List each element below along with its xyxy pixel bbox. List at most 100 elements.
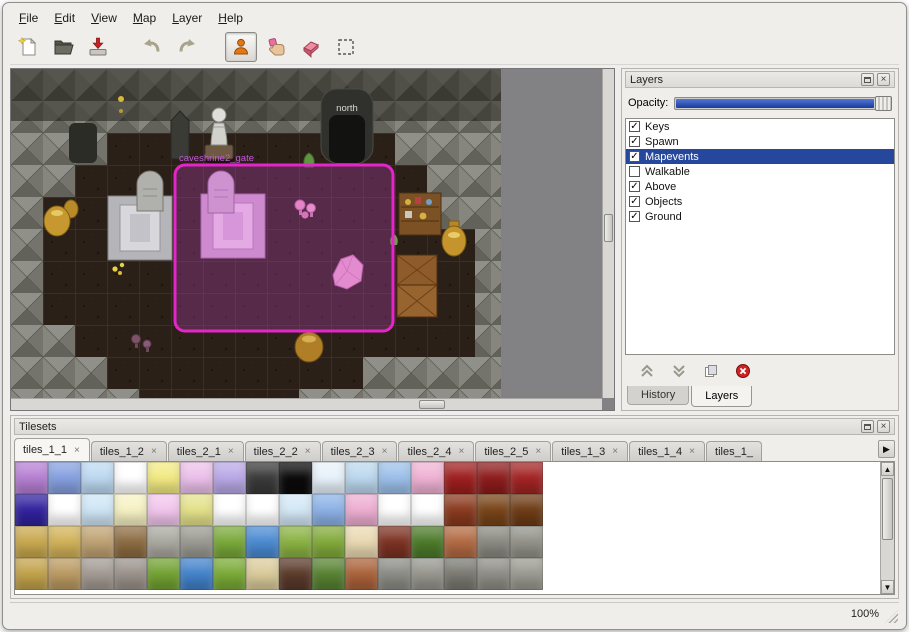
layer-row-ground[interactable]: ✓Ground: [626, 209, 894, 224]
open-map-button[interactable]: [47, 32, 79, 62]
opacity-slider[interactable]: [674, 97, 892, 110]
palette-scroll-thumb[interactable]: [882, 478, 893, 540]
tile-2-14[interactable]: [444, 494, 477, 526]
opacity-slider-handle[interactable]: [875, 96, 892, 111]
layer-visibility-checkbox[interactable]: ✓: [629, 181, 640, 192]
tile-4-6[interactable]: [180, 558, 213, 590]
tile-4-4[interactable]: [114, 558, 147, 590]
select-tool-button[interactable]: [330, 32, 362, 62]
tileset-tab-tiles_1_3[interactable]: tiles_1_3×: [552, 441, 628, 461]
tile-4-1[interactable]: [15, 558, 48, 590]
resize-grip[interactable]: [885, 610, 898, 623]
tile-2-1[interactable]: [15, 494, 48, 526]
tileset-tab-tiles_2_3[interactable]: tiles_2_3×: [322, 441, 398, 461]
tab-close-icon[interactable]: ×: [227, 446, 235, 457]
tab-close-icon[interactable]: ×: [73, 445, 81, 456]
tile-3-6[interactable]: [180, 526, 213, 558]
save-map-button[interactable]: [82, 32, 114, 62]
tile-3-14[interactable]: [444, 526, 477, 558]
north-gate[interactable]: north: [321, 89, 373, 163]
map-vertical-scrollbar[interactable]: [602, 69, 614, 398]
tile-1-14[interactable]: [444, 462, 477, 494]
raise-layer-button[interactable]: [637, 361, 657, 381]
tile-3-13[interactable]: [411, 526, 444, 558]
layer-row-objects[interactable]: ✓Objects: [626, 194, 894, 209]
layer-visibility-checkbox[interactable]: ✓: [629, 121, 640, 132]
tile-3-9[interactable]: [279, 526, 312, 558]
tileset-tab-tiles_1_1[interactable]: tiles_1_1×: [14, 438, 90, 461]
tile-4-16[interactable]: [510, 558, 543, 590]
tile-4-13[interactable]: [411, 558, 444, 590]
tile-1-7[interactable]: [213, 462, 246, 494]
tab-scroll-right-button[interactable]: ▶: [878, 440, 895, 458]
tile-2-5[interactable]: [147, 494, 180, 526]
map-hscroll-thumb[interactable]: [419, 400, 445, 409]
duplicate-layer-button[interactable]: [701, 361, 721, 381]
tileset-tab-tiles_2_5[interactable]: tiles_2_5×: [475, 441, 551, 461]
layer-row-above[interactable]: ✓Above: [626, 179, 894, 194]
tile-1-11[interactable]: [345, 462, 378, 494]
tile-4-11[interactable]: [345, 558, 378, 590]
tileset-tab-tiles_2_4[interactable]: tiles_2_4×: [398, 441, 474, 461]
tile-4-5[interactable]: [147, 558, 180, 590]
tile-3-2[interactable]: [48, 526, 81, 558]
tab-close-icon[interactable]: ×: [688, 446, 696, 457]
palette-scrollbar[interactable]: ▲ ▼: [880, 462, 894, 594]
undo-button[interactable]: [136, 32, 168, 62]
tile-2-11[interactable]: [345, 494, 378, 526]
tile-2-8[interactable]: [246, 494, 279, 526]
stamp-tool-button[interactable]: [225, 32, 257, 62]
panel-float-button[interactable]: [861, 420, 874, 433]
map-vscroll-thumb[interactable]: [604, 214, 613, 242]
scroll-down-arrow[interactable]: ▼: [881, 580, 894, 594]
tile-3-16[interactable]: [510, 526, 543, 558]
menu-file[interactable]: File: [12, 9, 45, 27]
panel-close-button[interactable]: ×: [877, 73, 890, 86]
tile-3-8[interactable]: [246, 526, 279, 558]
tile-3-3[interactable]: [81, 526, 114, 558]
map-viewport[interactable]: north: [10, 68, 615, 411]
tab-close-icon[interactable]: ×: [381, 446, 389, 457]
tile-4-14[interactable]: [444, 558, 477, 590]
tileset-tab-tiles_2_1[interactable]: tiles_2_1×: [168, 441, 244, 461]
tile-1-2[interactable]: [48, 462, 81, 494]
menu-help[interactable]: Help: [211, 9, 250, 27]
panel-float-button[interactable]: [861, 73, 874, 86]
tile-4-3[interactable]: [81, 558, 114, 590]
tile-3-15[interactable]: [477, 526, 510, 558]
map-event-selection[interactable]: [175, 165, 393, 331]
new-map-button[interactable]: [12, 32, 44, 62]
tile-1-13[interactable]: [411, 462, 444, 494]
menu-edit[interactable]: Edit: [47, 9, 82, 27]
tile-2-4[interactable]: [114, 494, 147, 526]
tile-3-4[interactable]: [114, 526, 147, 558]
map-canvas[interactable]: north: [11, 69, 501, 407]
map-horizontal-scrollbar[interactable]: [11, 398, 602, 410]
tile-1-6[interactable]: [180, 462, 213, 494]
tile-2-3[interactable]: [81, 494, 114, 526]
tile-3-11[interactable]: [345, 526, 378, 558]
redo-button[interactable]: [171, 32, 203, 62]
tile-4-2[interactable]: [48, 558, 81, 590]
menu-view[interactable]: View: [84, 9, 124, 27]
tab-close-icon[interactable]: ×: [150, 446, 158, 457]
tile-1-5[interactable]: [147, 462, 180, 494]
delete-layer-button[interactable]: [733, 361, 753, 381]
tile-1-16[interactable]: [510, 462, 543, 494]
tile-1-10[interactable]: [312, 462, 345, 494]
tile-1-15[interactable]: [477, 462, 510, 494]
tile-2-6[interactable]: [180, 494, 213, 526]
layer-row-mapevents[interactable]: ✓Mapevents: [626, 149, 894, 164]
tile-3-5[interactable]: [147, 526, 180, 558]
tile-2-13[interactable]: [411, 494, 444, 526]
panel-close-button[interactable]: ×: [877, 420, 890, 433]
layer-row-spawn[interactable]: ✓Spawn: [626, 134, 894, 149]
tile-2-16[interactable]: [510, 494, 543, 526]
tileset-tab-tiles_1_[interactable]: tiles_1_: [706, 441, 762, 461]
tile-3-10[interactable]: [312, 526, 345, 558]
tile-4-10[interactable]: [312, 558, 345, 590]
eraser-tool-button[interactable]: [295, 32, 327, 62]
layer-visibility-checkbox[interactable]: ✓: [629, 151, 640, 162]
tile-1-4[interactable]: [114, 462, 147, 494]
lower-layer-button[interactable]: [669, 361, 689, 381]
